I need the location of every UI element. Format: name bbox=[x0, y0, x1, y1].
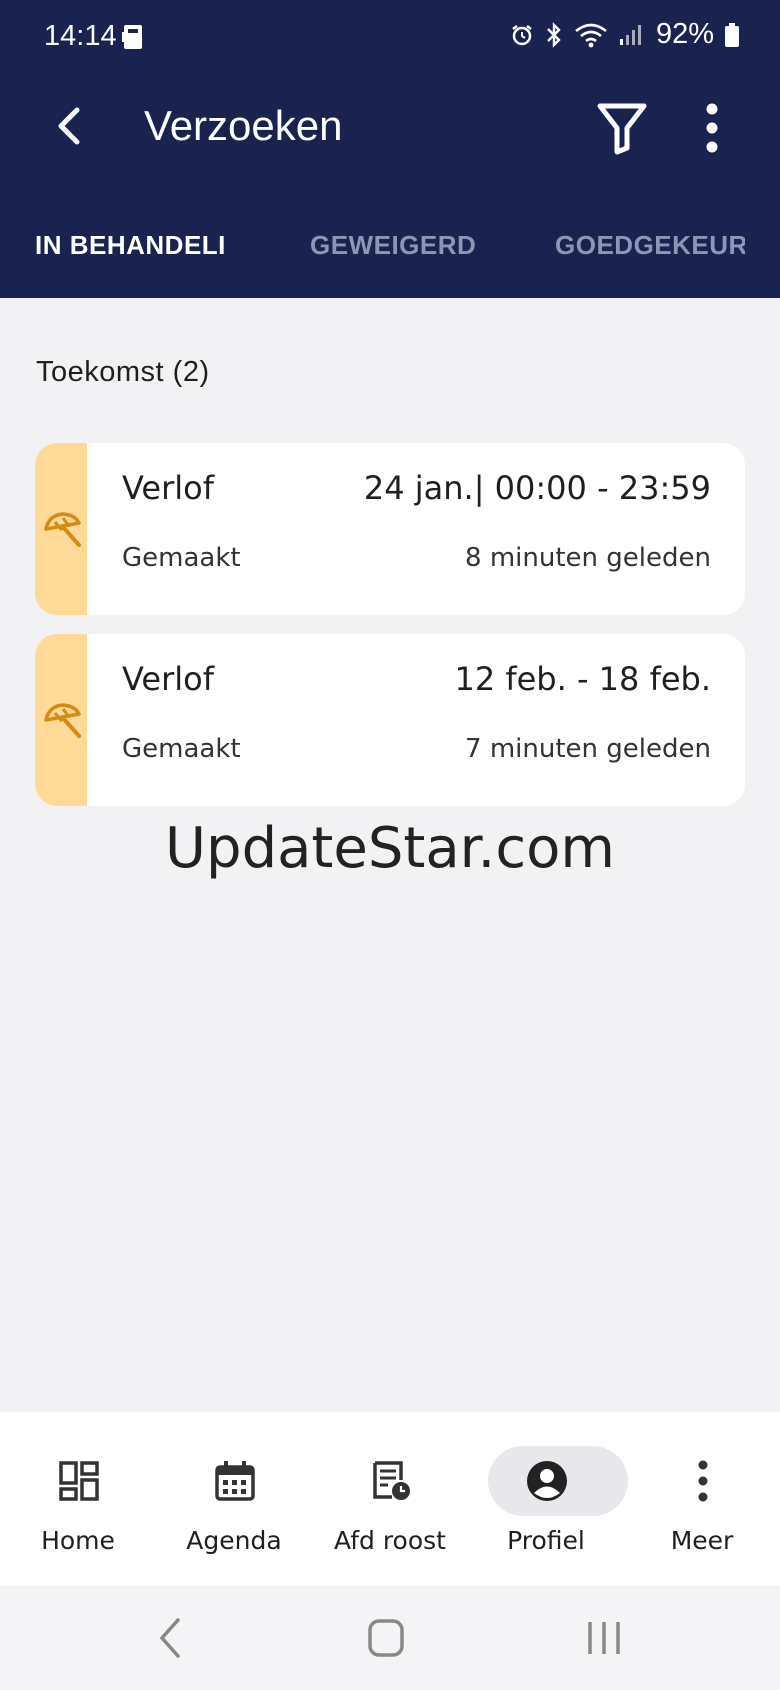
dashboard-icon bbox=[59, 1461, 99, 1501]
tab-goedgekeurd[interactable]: GOEDGEKEUR bbox=[555, 230, 745, 261]
battery-percent: 92% bbox=[655, 18, 714, 50]
profile-icon bbox=[527, 1461, 567, 1501]
more-vertical-icon bbox=[698, 1460, 708, 1502]
tab-bar: IN BEHANDELI GEWEIGERD GOEDGEKEUR bbox=[0, 210, 780, 298]
nav-label: Meer bbox=[670, 1526, 734, 1555]
request-time-ago: 7 minuten geleden bbox=[465, 734, 711, 764]
section-title: Toekomst (2) bbox=[36, 356, 210, 388]
status-icons: 92% bbox=[510, 18, 740, 51]
request-type: Verlof bbox=[122, 469, 214, 507]
umbrella-icon bbox=[44, 512, 81, 547]
request-status: Gemaakt bbox=[122, 734, 241, 764]
nav-agenda[interactable]: Agenda bbox=[156, 1412, 312, 1586]
system-recents-icon[interactable] bbox=[576, 1616, 636, 1660]
nav-profiel[interactable]: Profiel bbox=[468, 1412, 628, 1586]
request-status: Gemaakt bbox=[122, 543, 241, 573]
nav-label: Agenda bbox=[186, 1526, 282, 1555]
tab-geweigerd[interactable]: GEWEIGERD bbox=[310, 230, 490, 261]
system-navigation-bar bbox=[0, 1586, 780, 1690]
filter-icon[interactable] bbox=[596, 100, 648, 156]
request-date: 24 jan.| 00:00 - 23:59 bbox=[363, 469, 711, 507]
status-time: 14:14 bbox=[44, 20, 117, 52]
request-card[interactable]: Verlof 12 feb. - 18 feb. Gemaakt 7 minut… bbox=[35, 634, 745, 806]
request-type: Verlof bbox=[122, 660, 214, 698]
tab-indicator bbox=[0, 294, 260, 298]
tab-in-behandeling[interactable]: IN BEHANDELI bbox=[35, 230, 225, 261]
request-card[interactable]: Verlof 24 jan.| 00:00 - 23:59 Gemaakt 8 … bbox=[35, 443, 745, 615]
nav-label: Home bbox=[41, 1526, 115, 1555]
nav-label: Afd roost bbox=[334, 1526, 446, 1555]
page-title: Verzoeken bbox=[144, 102, 343, 149]
system-home-icon[interactable] bbox=[356, 1616, 416, 1660]
request-time-ago: 8 minuten geleden bbox=[465, 543, 711, 573]
bluetooth-icon bbox=[547, 21, 561, 48]
back-button[interactable] bbox=[40, 96, 96, 156]
nav-meer[interactable]: Meer bbox=[624, 1412, 780, 1586]
umbrella-icon bbox=[44, 703, 81, 738]
calendar-icon bbox=[215, 1461, 255, 1501]
notification-icon bbox=[122, 25, 142, 49]
nav-afd-roost[interactable]: Afd roost bbox=[312, 1412, 468, 1586]
battery-icon bbox=[725, 22, 739, 47]
roster-icon bbox=[373, 1461, 410, 1500]
nav-label: Profiel bbox=[507, 1526, 585, 1555]
alarm-icon bbox=[512, 24, 532, 45]
more-vertical-icon[interactable] bbox=[690, 100, 734, 156]
system-back-icon[interactable] bbox=[140, 1616, 200, 1660]
bottom-navigation: Home Agenda Afd roost Profiel Meer bbox=[0, 1412, 780, 1586]
request-date: 12 feb. - 18 feb. bbox=[454, 660, 711, 698]
wifi-icon bbox=[575, 23, 607, 47]
chevron-left-icon bbox=[58, 107, 80, 145]
signal-icon bbox=[619, 24, 641, 45]
status-bar: 14:14 92% bbox=[0, 0, 780, 76]
nav-home[interactable]: Home bbox=[0, 1412, 156, 1586]
watermark: UpdateStar.com bbox=[165, 816, 615, 881]
app-header: 14:14 92% Verzoeken IN BEHANDELI GEWEIGE… bbox=[0, 0, 780, 298]
